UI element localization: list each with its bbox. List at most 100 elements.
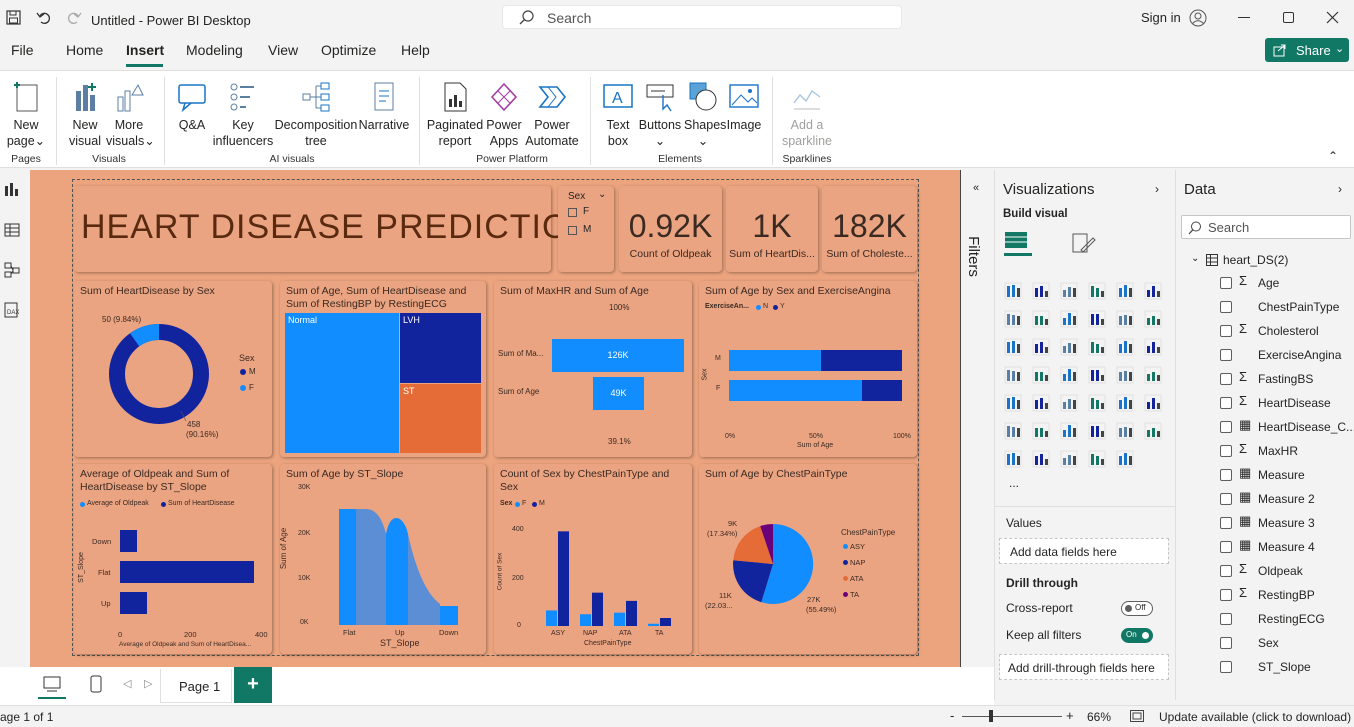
collapse-data-icon[interactable]: › [1338, 182, 1342, 196]
field-item[interactable]: Σ Cholesterol [1176, 320, 1354, 344]
menu-view[interactable]: View [268, 42, 298, 58]
chevron-down-icon[interactable]: ⌄ [598, 189, 606, 200]
field-checkbox[interactable] [1220, 661, 1232, 673]
column-chart-card[interactable]: Count of Sex by ChestPainType and Sex Sex… [494, 464, 692, 654]
redo-icon[interactable] [66, 10, 82, 26]
field-item[interactable]: Σ MaxHR [1176, 440, 1354, 464]
chevron-down-icon[interactable]: ⌄ [1191, 253, 1199, 264]
100-column-icon[interactable] [1144, 282, 1162, 300]
funnel-chart-card[interactable]: Sum of MaxHR and Sum of Age 100% Sum of … [494, 281, 692, 457]
bar-m-y[interactable] [821, 350, 902, 371]
report-view-icon[interactable] [4, 182, 20, 198]
sign-in-link[interactable]: Sign in [1141, 10, 1181, 25]
kpi-card-heartdisease[interactable]: 1K Sum of HeartDis... [726, 186, 818, 272]
field-checkbox[interactable] [1220, 301, 1232, 313]
treemap-tile-normal[interactable]: Normal [285, 313, 399, 453]
sex-slicer[interactable]: Sex ⌄ F M [558, 186, 614, 272]
drill-through-well[interactable]: Add drill-through fields here [999, 654, 1169, 680]
field-item[interactable]: ▦ Measure [1176, 464, 1354, 488]
prev-page-icon[interactable]: ◁ [123, 677, 131, 690]
narrative-button[interactable]: Narrative [358, 81, 410, 133]
next-page-icon[interactable]: ▷ [144, 677, 152, 690]
new-page-button[interactable]: New page⌄ [6, 81, 46, 149]
shapes-button[interactable]: Shapes ⌄ [684, 81, 726, 149]
bar-flat[interactable] [120, 561, 254, 583]
menu-modeling[interactable]: Modeling [186, 42, 243, 58]
table-name[interactable]: heart_DS(2) [1223, 253, 1288, 267]
azure-map-icon[interactable] [1088, 366, 1106, 384]
menu-insert[interactable]: Insert [126, 42, 164, 58]
power-automate-icon[interactable] [1116, 450, 1134, 468]
ribbon-icon[interactable] [1004, 338, 1022, 356]
multi-card-icon[interactable] [1004, 394, 1022, 412]
key-influencers-icon[interactable] [1032, 422, 1050, 440]
slicer-checkbox-f[interactable] [568, 208, 577, 217]
menu-optimize[interactable]: Optimize [321, 42, 376, 58]
gauge-icon[interactable] [1116, 366, 1134, 384]
smart-narrative-icon[interactable] [1032, 450, 1050, 468]
slicer-icon[interactable] [1060, 394, 1078, 412]
zoom-slider[interactable] [962, 716, 1062, 717]
kpi-icon[interactable] [1032, 394, 1050, 412]
undo-icon[interactable] [36, 10, 52, 26]
field-item[interactable]: ▦ Measure 2 [1176, 488, 1354, 512]
card-icon[interactable] [1144, 366, 1162, 384]
format-visual-icon[interactable] [1071, 232, 1097, 254]
page-tab-1[interactable]: Page 1 [160, 669, 232, 703]
stacked-area-icon[interactable] [1060, 310, 1078, 328]
matrix-icon[interactable] [1116, 394, 1134, 412]
waterfall-icon[interactable] [1032, 338, 1050, 356]
zoom-slider-thumb[interactable] [989, 710, 993, 722]
field-item[interactable]: ST_Slope [1176, 656, 1354, 680]
field-checkbox[interactable] [1220, 373, 1232, 385]
decomposition-tree-button[interactable]: Decomposition tree [274, 81, 358, 149]
power-automate-button[interactable]: Power Automate [524, 81, 580, 149]
field-checkbox[interactable] [1220, 517, 1232, 529]
field-checkbox[interactable] [1220, 565, 1232, 577]
field-item[interactable]: Σ FastingBS [1176, 368, 1354, 392]
bar-f-n[interactable] [729, 380, 862, 401]
r-visual-icon[interactable] [1144, 394, 1162, 412]
buttons-button[interactable]: Buttons ⌄ [638, 81, 682, 149]
field-item[interactable]: ▦ Measure 3 [1176, 512, 1354, 536]
qa-button[interactable]: Q&A [172, 81, 212, 133]
minimize-icon[interactable] [1238, 17, 1250, 18]
kpi-card-oldpeak[interactable]: 0.92K Count of Oldpeak [619, 186, 722, 272]
field-checkbox[interactable] [1220, 469, 1232, 481]
arcgis-icon[interactable] [1060, 450, 1078, 468]
desktop-layout-icon[interactable] [43, 675, 61, 693]
field-item[interactable]: ▦ Measure 4 [1176, 536, 1354, 560]
power-apps-icon[interactable] [1088, 450, 1106, 468]
zoom-in-button[interactable]: + [1066, 708, 1074, 723]
collapse-ribbon-icon[interactable]: ⌃ [1328, 149, 1338, 163]
area-icon[interactable] [1032, 310, 1050, 328]
build-visual-tab[interactable] [1004, 230, 1032, 256]
key-influencers-button[interactable]: Key influencers [212, 81, 274, 149]
restore-icon[interactable] [1283, 12, 1294, 23]
new-visual-button[interactable]: New visual [66, 81, 104, 149]
donut-chart-card[interactable]: Sum of HeartDisease by Sex 50 (9.84%) 45… [74, 281, 272, 457]
line-icon[interactable] [1004, 310, 1022, 328]
bar-m-n[interactable] [729, 350, 821, 371]
field-item[interactable]: Σ RestingBP [1176, 584, 1354, 608]
field-checkbox[interactable] [1220, 493, 1232, 505]
line-clustered-icon[interactable] [1144, 310, 1162, 328]
share-button[interactable]: Share ⌄ [1265, 38, 1349, 62]
python-visual-icon[interactable] [1004, 422, 1022, 440]
clustered-bar-card[interactable]: Average of Oldpeak and Sum of HeartDiseas… [74, 464, 272, 654]
field-checkbox[interactable] [1220, 445, 1232, 457]
funnel-bar-age[interactable]: 49K [593, 377, 644, 410]
field-checkbox[interactable] [1220, 421, 1232, 433]
field-item[interactable]: ExerciseAngina [1176, 344, 1354, 368]
clustered-bar-icon[interactable] [1060, 282, 1078, 300]
field-checkbox[interactable] [1220, 349, 1232, 361]
collapse-viz-icon[interactable]: › [1155, 182, 1159, 196]
filled-map-icon[interactable] [1060, 366, 1078, 384]
100-area-icon[interactable] [1088, 310, 1106, 328]
treemap-card[interactable]: Sum of Age, Sum of HeartDisease and Sum o… [280, 281, 486, 457]
stacked-column-icon[interactable] [1032, 282, 1050, 300]
data-search-input[interactable]: Search [1181, 215, 1351, 239]
search-box[interactable]: Search [502, 5, 902, 29]
line-column-icon[interactable] [1116, 310, 1134, 328]
values-well[interactable]: Add data fields here [999, 538, 1169, 564]
